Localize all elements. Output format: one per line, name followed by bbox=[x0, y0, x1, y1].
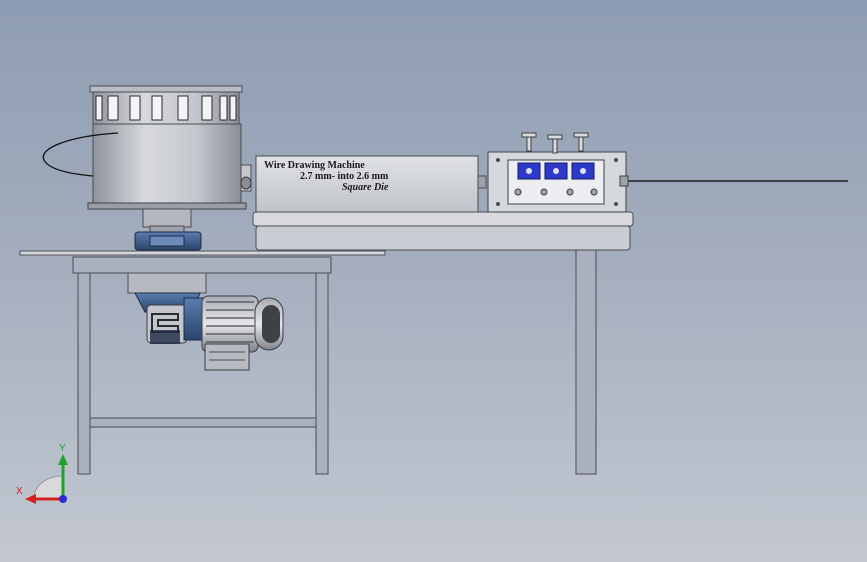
die-block bbox=[487, 132, 629, 213]
drum-spindle bbox=[142, 208, 192, 228]
y-axis-label: Y bbox=[59, 443, 66, 454]
drive-motor bbox=[183, 295, 284, 371]
capstan-drum bbox=[42, 85, 252, 210]
nameplate-spec: 2.7 mm- into 2.6 mm bbox=[300, 171, 389, 182]
cad-viewport[interactable]: Wire Drawing Machine 2.7 mm- into 2.6 mm… bbox=[0, 0, 867, 562]
table-top-left bbox=[19, 250, 386, 256]
nameplate-title: Wire Drawing Machine bbox=[264, 160, 365, 171]
machine-drawing bbox=[19, 85, 848, 504]
bearing-housing bbox=[134, 231, 202, 251]
nameplate-die: Square Die bbox=[342, 182, 389, 193]
x-axis-label: X bbox=[16, 486, 23, 497]
axis-triad bbox=[25, 454, 68, 504]
